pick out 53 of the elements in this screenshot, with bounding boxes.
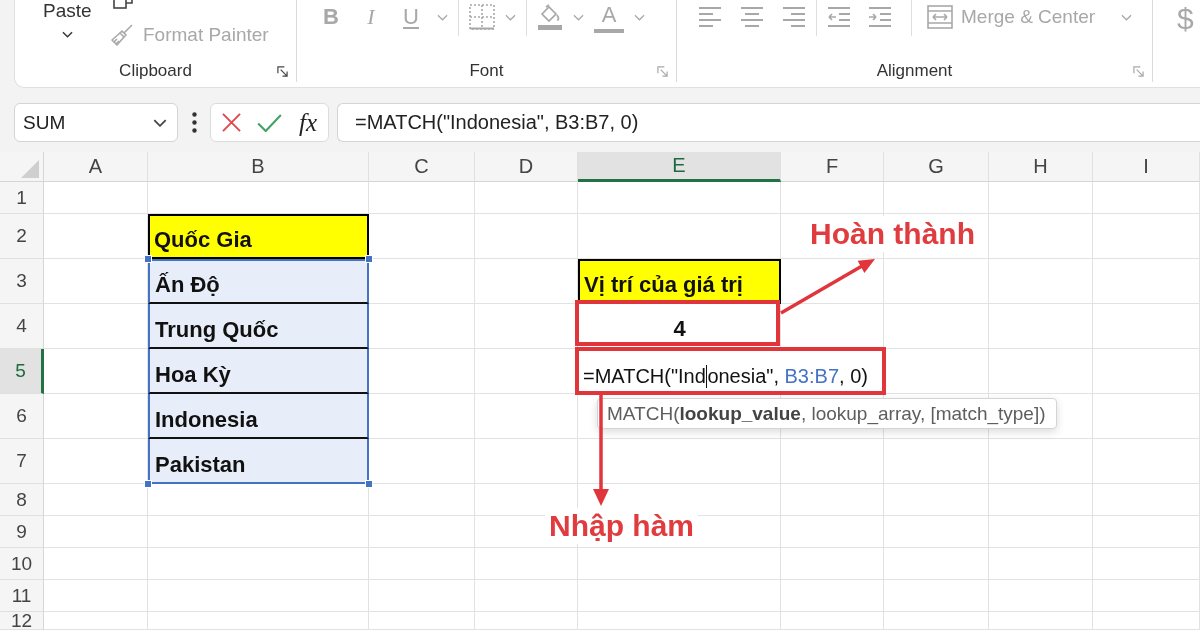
group-label: Alignment [876,61,953,81]
table-cell: Indonesia [148,394,369,439]
row-header[interactable]: 11 [0,580,44,612]
insert-function-button[interactable]: fx [299,107,318,138]
header-cell: Quốc Gia [148,214,369,259]
annotation-label: Nhập hàm [545,508,699,544]
paintbrush-icon [110,23,134,47]
table-cell: Hoa Kỳ [148,349,369,394]
row-header[interactable]: 12 [0,612,44,630]
caret-icon[interactable] [61,31,73,38]
column-header[interactable]: B [148,152,369,182]
table-cell: Ấn Độ [148,259,369,304]
merge-cells-icon [927,5,953,29]
row-header[interactable]: 2 [0,214,44,259]
column-header[interactable]: C [369,152,475,182]
column-header[interactable]: D [475,152,578,182]
selection-handle-icon[interactable] [144,255,152,263]
column-header[interactable]: F [781,152,884,182]
row-header[interactable]: 1 [0,182,44,214]
row-header[interactable]: 6 [0,394,44,439]
text-cursor-icon [705,365,708,388]
selection-handle-icon[interactable] [144,480,152,488]
caret-icon[interactable] [153,118,167,127]
table-cell: Pakistan [148,439,369,484]
row-header[interactable]: 3 [0,259,44,304]
row-header[interactable]: 10 [0,548,44,580]
row-header[interactable]: 4 [0,304,44,349]
result-value: 4 [673,318,686,340]
header-cell: Vị trí của giá trị [578,259,781,304]
table-cell: Trung Quốc [148,304,369,349]
column-header[interactable]: E [578,152,781,182]
dialog-launcher-icon[interactable] [277,65,288,77]
cell-input[interactable]: =MATCH("Indonesia", B3:B7, 0) [580,364,870,388]
row-header[interactable]: 9 [0,516,44,548]
group-label: Font [469,61,504,81]
selection-handle-icon[interactable] [365,480,373,488]
function-tooltip: MATCH(lookup_value, lookup_array, [match_type]) [597,398,1057,429]
row-header[interactable]: 7 [0,439,44,484]
group-label: Clipboard [119,61,192,81]
check-icon[interactable] [257,113,282,132]
vertical-dots-icon[interactable] [192,112,197,133]
column-header[interactable]: H [989,152,1093,182]
selection-handle-icon[interactable] [365,255,373,263]
select-all-icon[interactable] [21,160,39,178]
column-header[interactable]: A [44,152,148,182]
column-header[interactable]: G [884,152,989,182]
formula-input[interactable]: =MATCH("Indonesia", B3:B7, 0) [337,103,1200,142]
column-header[interactable]: I [1093,152,1200,182]
paste-button[interactable]: Paste [43,0,92,38]
row-header[interactable]: 8 [0,484,44,516]
row-header[interactable]: 5 [0,349,44,394]
name-box[interactable]: SUM [14,103,178,142]
cross-icon[interactable] [222,113,241,132]
